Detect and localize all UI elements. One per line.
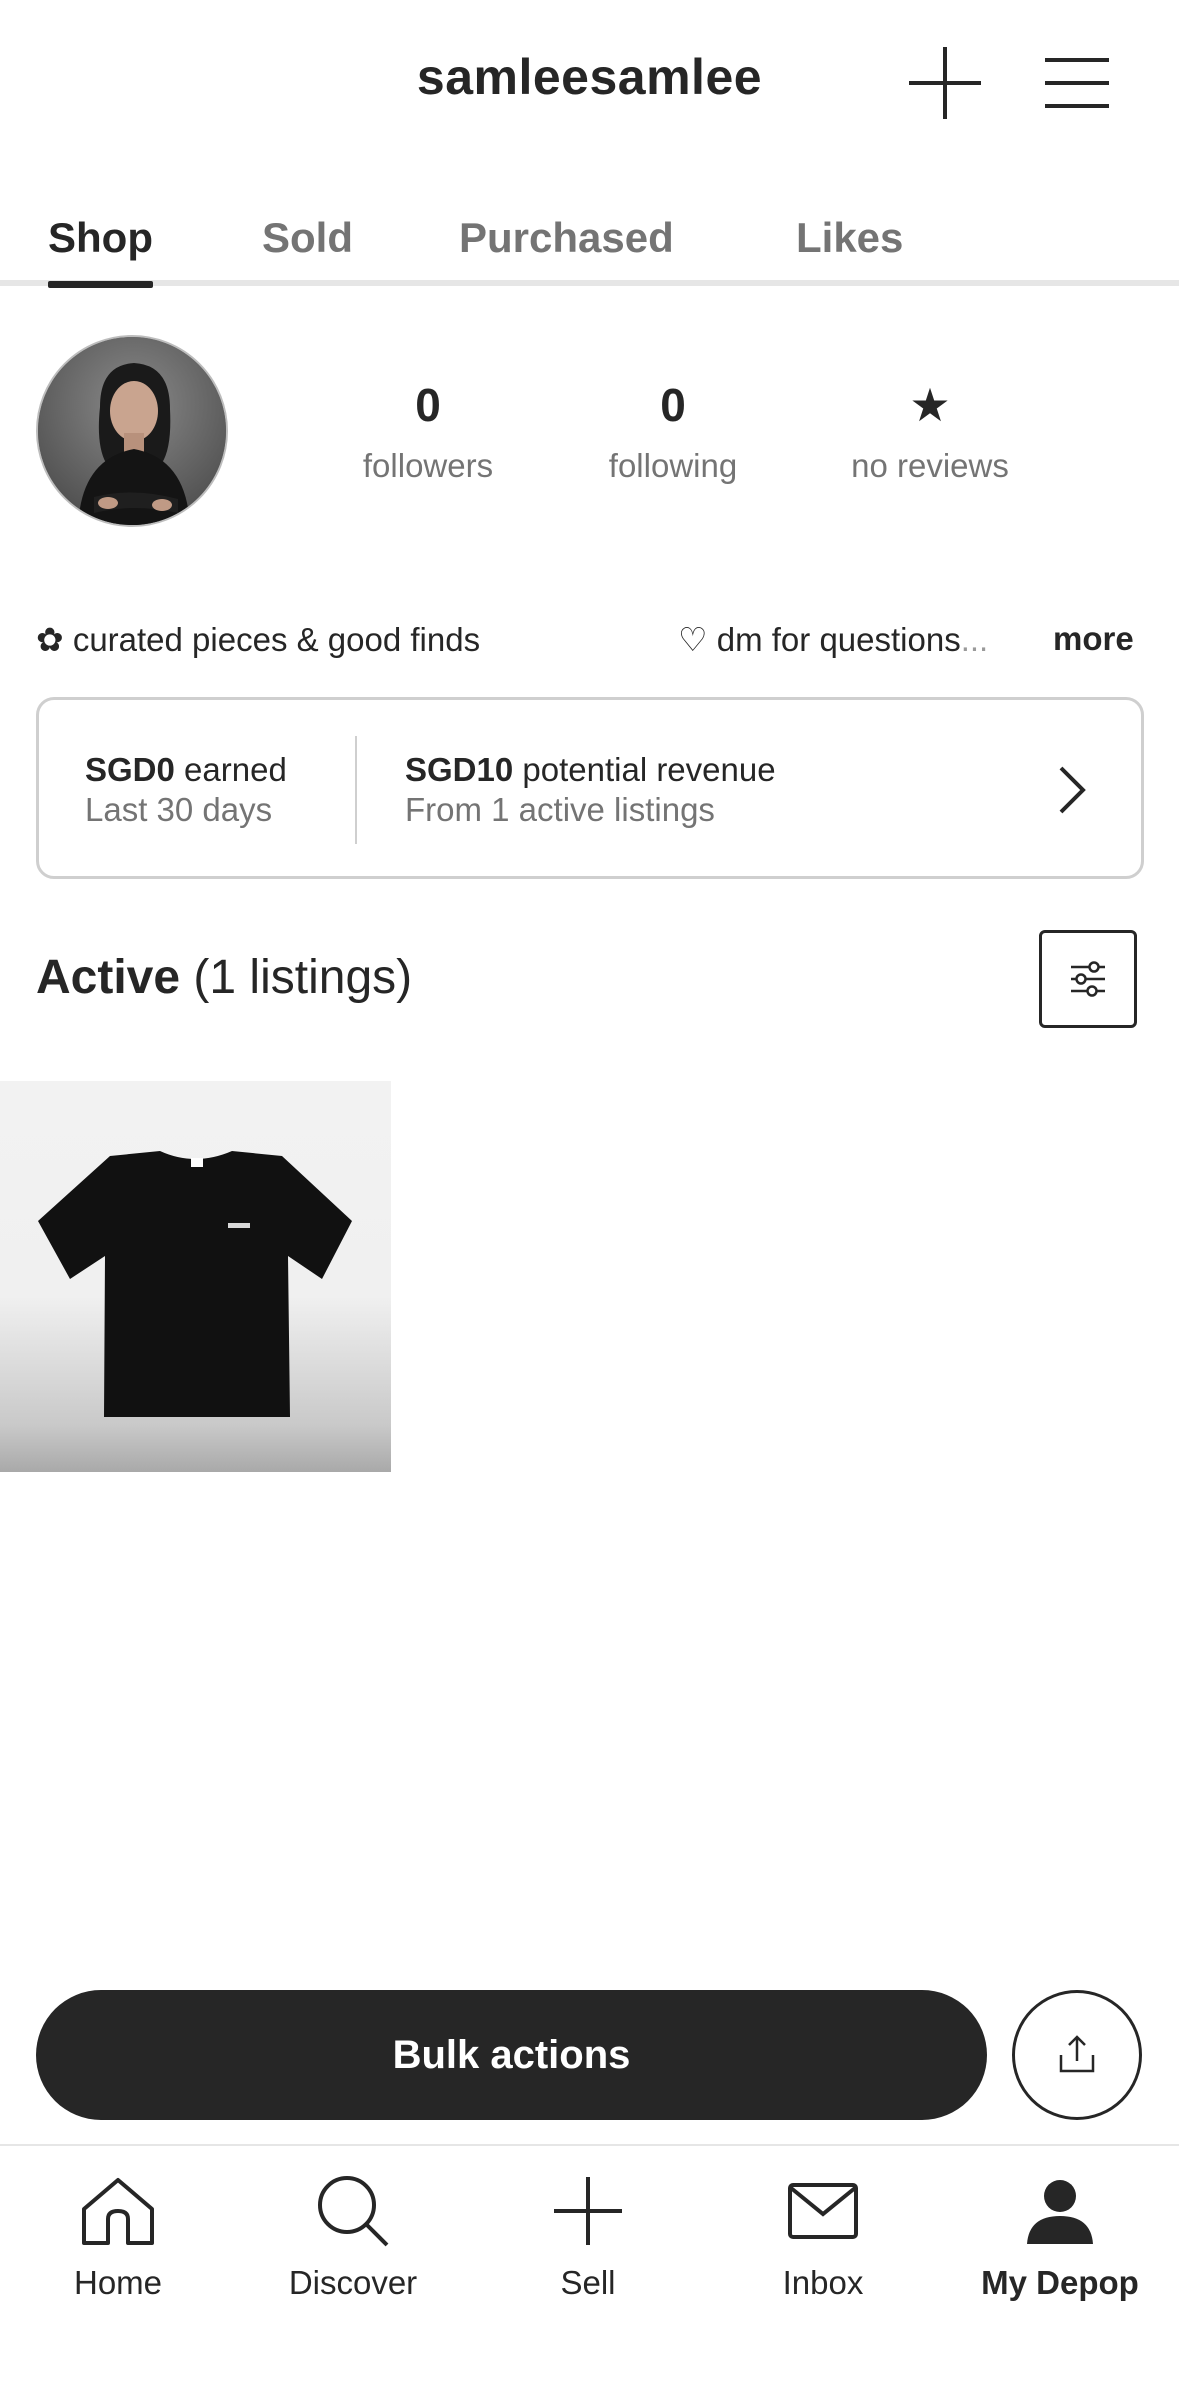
add-listing-button[interactable] bbox=[902, 40, 988, 126]
nav-inbox[interactable]: Inbox bbox=[705, 2166, 941, 2302]
following-stat[interactable]: 0 following bbox=[543, 375, 803, 485]
nav-my-depop[interactable]: My Depop bbox=[942, 2166, 1178, 2302]
tab-purchased[interactable]: Purchased bbox=[459, 214, 674, 282]
reviews-stat[interactable]: ★ no reviews bbox=[800, 375, 1060, 485]
nav-home-label: Home bbox=[73, 2264, 163, 2301]
profile-icon bbox=[1027, 2180, 1093, 2244]
potential-label: potential revenue bbox=[513, 751, 776, 788]
bio-text: ✿ curated pieces & good finds bbox=[36, 621, 481, 658]
username-title: samleesamlee bbox=[416, 49, 763, 105]
earned-label: earned bbox=[174, 751, 287, 788]
bio-text-2: ♡ dm for questions... bbox=[678, 620, 988, 659]
menu-button[interactable] bbox=[1034, 40, 1120, 126]
hamburger-menu-icon bbox=[1045, 58, 1109, 108]
nav-sell[interactable]: Sell bbox=[470, 2166, 706, 2302]
revenue-divider bbox=[355, 736, 357, 844]
bio-more-link[interactable]: more bbox=[1053, 620, 1134, 658]
potential-line: SGD10 potential revenue bbox=[405, 750, 776, 790]
earned-period: Last 30 days bbox=[85, 791, 273, 828]
tab-likes[interactable]: Likes bbox=[796, 214, 903, 282]
plus-icon bbox=[554, 2177, 622, 2245]
nav-sell-label: Sell bbox=[560, 2264, 616, 2301]
nav-inbox-label: Inbox bbox=[782, 2264, 864, 2301]
nav-discover[interactable]: Discover bbox=[235, 2166, 471, 2302]
nav-home[interactable]: Home bbox=[0, 2166, 236, 2302]
filter-button[interactable] bbox=[1039, 930, 1137, 1028]
following-count: 0 bbox=[660, 379, 686, 431]
bio-ellipsis: ... bbox=[960, 621, 989, 658]
reviews-label: no reviews bbox=[851, 447, 1009, 484]
earned-summary: SGD0 earned Last 30 days bbox=[85, 750, 287, 830]
mail-icon bbox=[788, 2183, 858, 2239]
active-listings-title: Active (1 listings) bbox=[36, 950, 412, 1005]
potential-amount: SGD10 bbox=[405, 751, 514, 788]
home-icon bbox=[82, 2178, 154, 2245]
followers-label: followers bbox=[362, 447, 494, 484]
revenue-card[interactable]: SGD0 earned Last 30 days SGD10 potential… bbox=[36, 697, 1144, 879]
nav-discover-label: Discover bbox=[288, 2264, 418, 2301]
earned-amount: SGD0 bbox=[85, 751, 175, 788]
chevron-right-icon bbox=[1059, 766, 1086, 814]
potential-summary: SGD10 potential revenue From 1 active li… bbox=[405, 750, 776, 830]
bottom-nav: Home Discover Sell Inbox My Depop bbox=[0, 2144, 1179, 2396]
share-icon bbox=[1059, 2035, 1095, 2073]
earned-line: SGD0 earned bbox=[85, 750, 287, 790]
followers-stat[interactable]: 0 followers bbox=[298, 375, 558, 485]
tab-shop[interactable]: Shop bbox=[48, 214, 153, 288]
followers-count: 0 bbox=[415, 379, 441, 431]
listing-item[interactable] bbox=[0, 1081, 391, 1472]
nav-my-depop-label: My Depop bbox=[981, 2264, 1139, 2301]
bio-text-2-main: ♡ dm for questions bbox=[678, 621, 961, 658]
sliders-icon bbox=[1071, 961, 1105, 997]
tab-sold[interactable]: Sold bbox=[262, 214, 353, 282]
star-icon: ★ bbox=[909, 379, 951, 431]
profile-header: samleesamlee bbox=[0, 0, 1179, 170]
potential-sub: From 1 active listings bbox=[405, 791, 715, 828]
following-label: following bbox=[608, 447, 738, 484]
profile-tabs: Shop Sold Purchased Likes bbox=[0, 200, 1179, 288]
plus-icon bbox=[909, 47, 981, 119]
avatar-photo bbox=[38, 337, 226, 525]
active-count: (1 listings) bbox=[180, 951, 413, 1004]
bulk-actions-button[interactable]: Bulk actions bbox=[36, 1990, 987, 2120]
search-icon bbox=[318, 2176, 389, 2247]
share-button[interactable] bbox=[1012, 1990, 1142, 2120]
active-label: Active bbox=[36, 951, 181, 1004]
avatar[interactable] bbox=[36, 335, 228, 527]
tshirt-image bbox=[38, 1151, 352, 1417]
